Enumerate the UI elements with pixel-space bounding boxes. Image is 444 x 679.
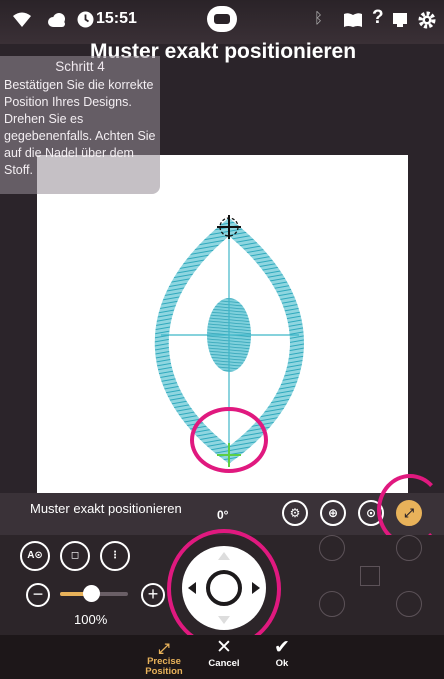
corner-position-button[interactable]: ⊕	[320, 500, 346, 526]
help-box: Schritt 4 Bestätigen Sie die korrekte Po…	[0, 56, 160, 194]
zoom-value: 100%	[74, 612, 108, 627]
highlight-circle-needle	[190, 407, 268, 473]
clock-icon	[77, 11, 94, 28]
cancel-label: Cancel	[208, 658, 240, 669]
help-icon[interactable]: ?	[372, 8, 384, 27]
monitor-icon[interactable]	[392, 12, 408, 28]
move-down-ghost	[319, 591, 345, 617]
highlight-circle-joystick	[167, 529, 281, 649]
zoom-slider-handle[interactable]	[82, 585, 100, 602]
footer-bar: ⤢ Precise Position ✕ Cancel ✔ Ok	[0, 635, 444, 679]
cancel-button[interactable]: ✕ Cancel	[194, 635, 254, 669]
gear-icon[interactable]	[418, 11, 436, 29]
wifi-icon	[13, 12, 31, 27]
precise-position-icon: ⤢	[158, 640, 170, 656]
position-settings-button[interactable]: ⚙	[282, 500, 308, 526]
status-bar: 15:51 ᛒ ?	[0, 0, 444, 44]
rotation-angle: 0°	[217, 508, 229, 522]
move-down-right-ghost	[396, 591, 422, 617]
bluetooth-icon: ᛒ	[314, 10, 324, 27]
precise-position-tab[interactable]: ⤢ Precise Position	[134, 635, 194, 677]
app-screen: 15:51 ᛒ ? Muster exakt positionieren Sch…	[0, 0, 444, 679]
help-text: Bestätigen Sie die korrekte Position Ihr…	[4, 78, 156, 177]
cloud-icon	[48, 13, 65, 27]
ok-label: Ok	[275, 658, 289, 669]
move-up-ghost	[319, 535, 345, 561]
check-icon: ✔	[274, 637, 290, 658]
book-icon[interactable]	[343, 12, 363, 28]
status-time: 15:51	[96, 10, 137, 27]
move-up-right-ghost	[396, 535, 422, 561]
zoom-in-button[interactable]: +	[141, 583, 165, 607]
help-step: Schritt 4	[55, 59, 105, 74]
close-icon: ✕	[216, 637, 232, 658]
zoom-out-button[interactable]: −	[26, 583, 50, 607]
machine-logo-icon[interactable]	[207, 6, 237, 32]
zoom-to-fit-button[interactable]: ◻	[60, 541, 90, 571]
ok-button[interactable]: ✔ Ok	[252, 635, 312, 669]
center-ghost	[360, 566, 380, 586]
tool-label: Muster exakt positionieren	[30, 501, 182, 516]
zoom-to-hoop-button[interactable]: ⋮	[100, 541, 130, 571]
auto-zoom-button[interactable]: A⊙	[20, 541, 50, 571]
precise-position-label: Precise Position	[145, 656, 183, 677]
